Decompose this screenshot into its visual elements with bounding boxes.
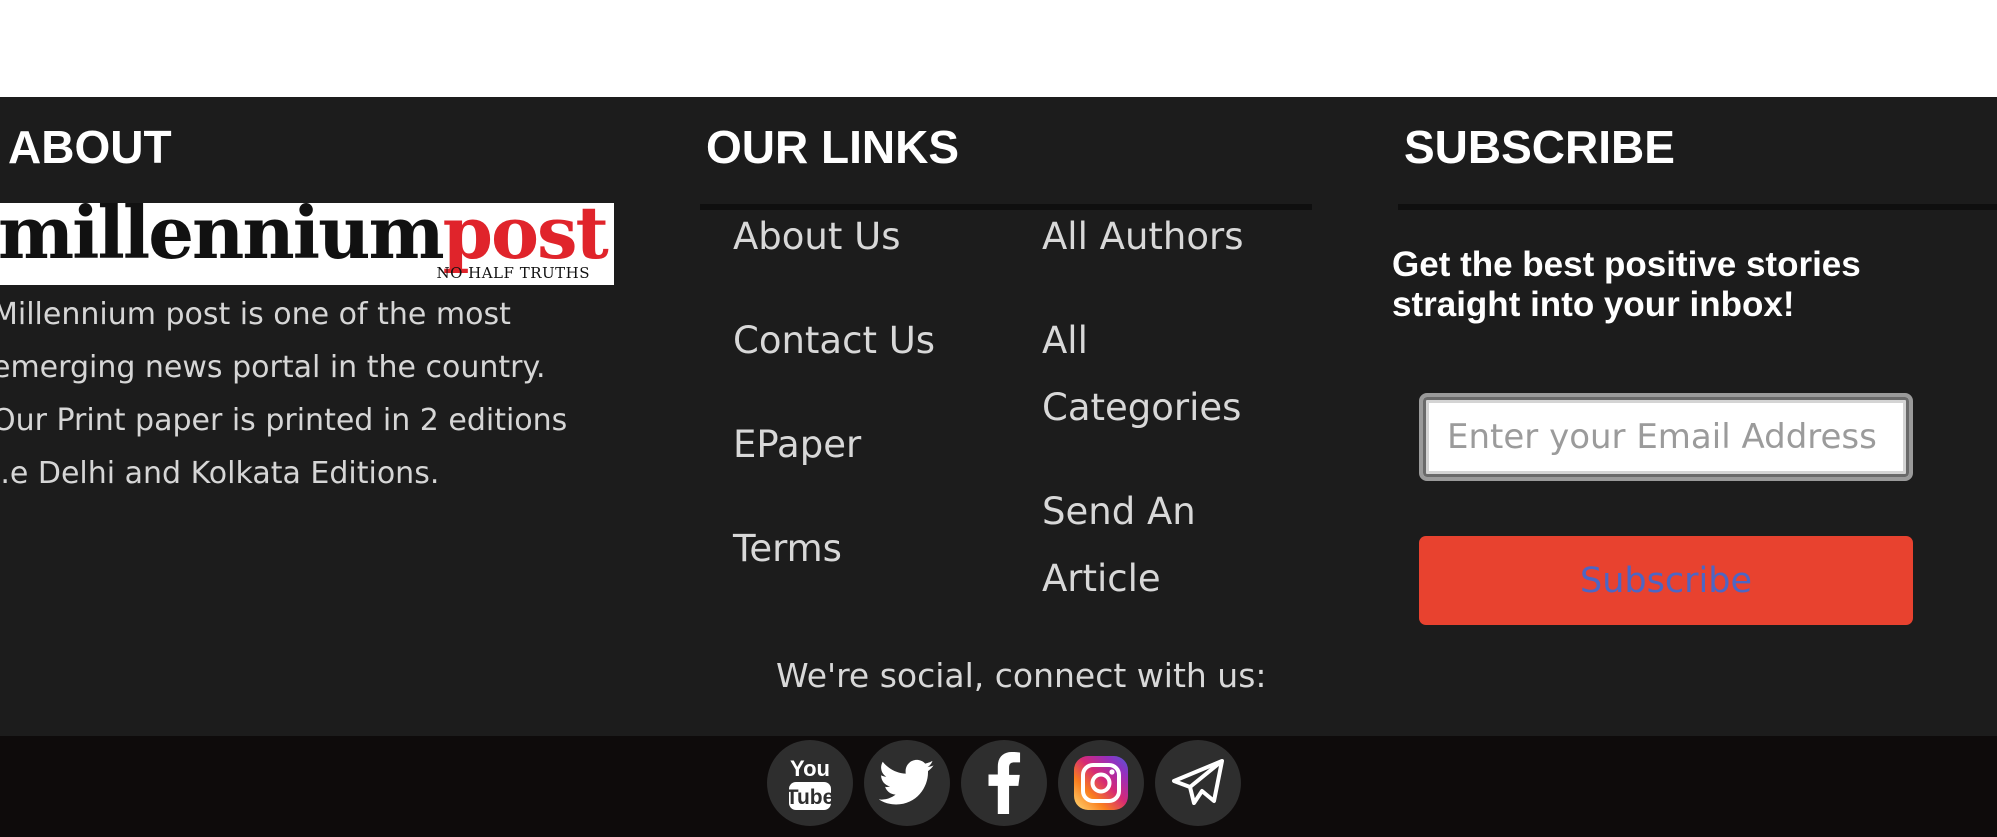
twitter-icon[interactable]: [864, 740, 950, 826]
footer-link-terms[interactable]: Terms: [733, 515, 842, 582]
telegram-icon[interactable]: [1155, 740, 1241, 826]
svg-text:Tube: Tube: [786, 786, 835, 809]
about-description: Millennium post is one of the most emerg…: [0, 297, 568, 491]
logo-wordmark: millenniumpost: [0, 203, 609, 269]
subscribe-button[interactable]: Subscribe: [1419, 536, 1913, 625]
page: ABOUT millenniumpost NO HALF TRUTHS Mill…: [0, 0, 1997, 837]
facebook-icon[interactable]: [961, 740, 1047, 826]
footer-link-contact-us[interactable]: Contact Us: [733, 307, 935, 374]
social-connect-text: We're social, connect with us:: [776, 656, 1267, 695]
about-heading: ABOUT: [8, 121, 172, 173]
subscribe-tagline: Get the best positive stories straight i…: [1392, 245, 1861, 324]
logo-black-text: millennium: [0, 203, 445, 275]
millenniumpost-logo[interactable]: millenniumpost NO HALF TRUTHS: [0, 203, 614, 285]
links-heading: OUR LINKS: [706, 121, 959, 173]
subscribe-heading-rule: [1398, 204, 1997, 210]
social-icons: You Tube: [767, 740, 1241, 826]
logo-tagline: NO HALF TRUTHS: [436, 264, 590, 282]
footer-link-epaper[interactable]: EPaper: [733, 411, 861, 478]
youtube-icon[interactable]: You Tube: [767, 740, 853, 826]
footer-link-all-authors[interactable]: All Authors: [1042, 203, 1243, 270]
instagram-icon[interactable]: [1058, 740, 1144, 826]
subscribe-heading: SUBSCRIBE: [1404, 121, 1675, 173]
email-field-frame: [1419, 393, 1913, 481]
footer-link-all-categories[interactable]: All Categories: [1042, 307, 1262, 441]
svg-text:You: You: [790, 756, 830, 781]
footer-link-send-an-article[interactable]: Send An Article: [1042, 478, 1262, 612]
footer-link-about-us[interactable]: About Us: [733, 203, 901, 270]
email-field[interactable]: [1431, 405, 1901, 469]
